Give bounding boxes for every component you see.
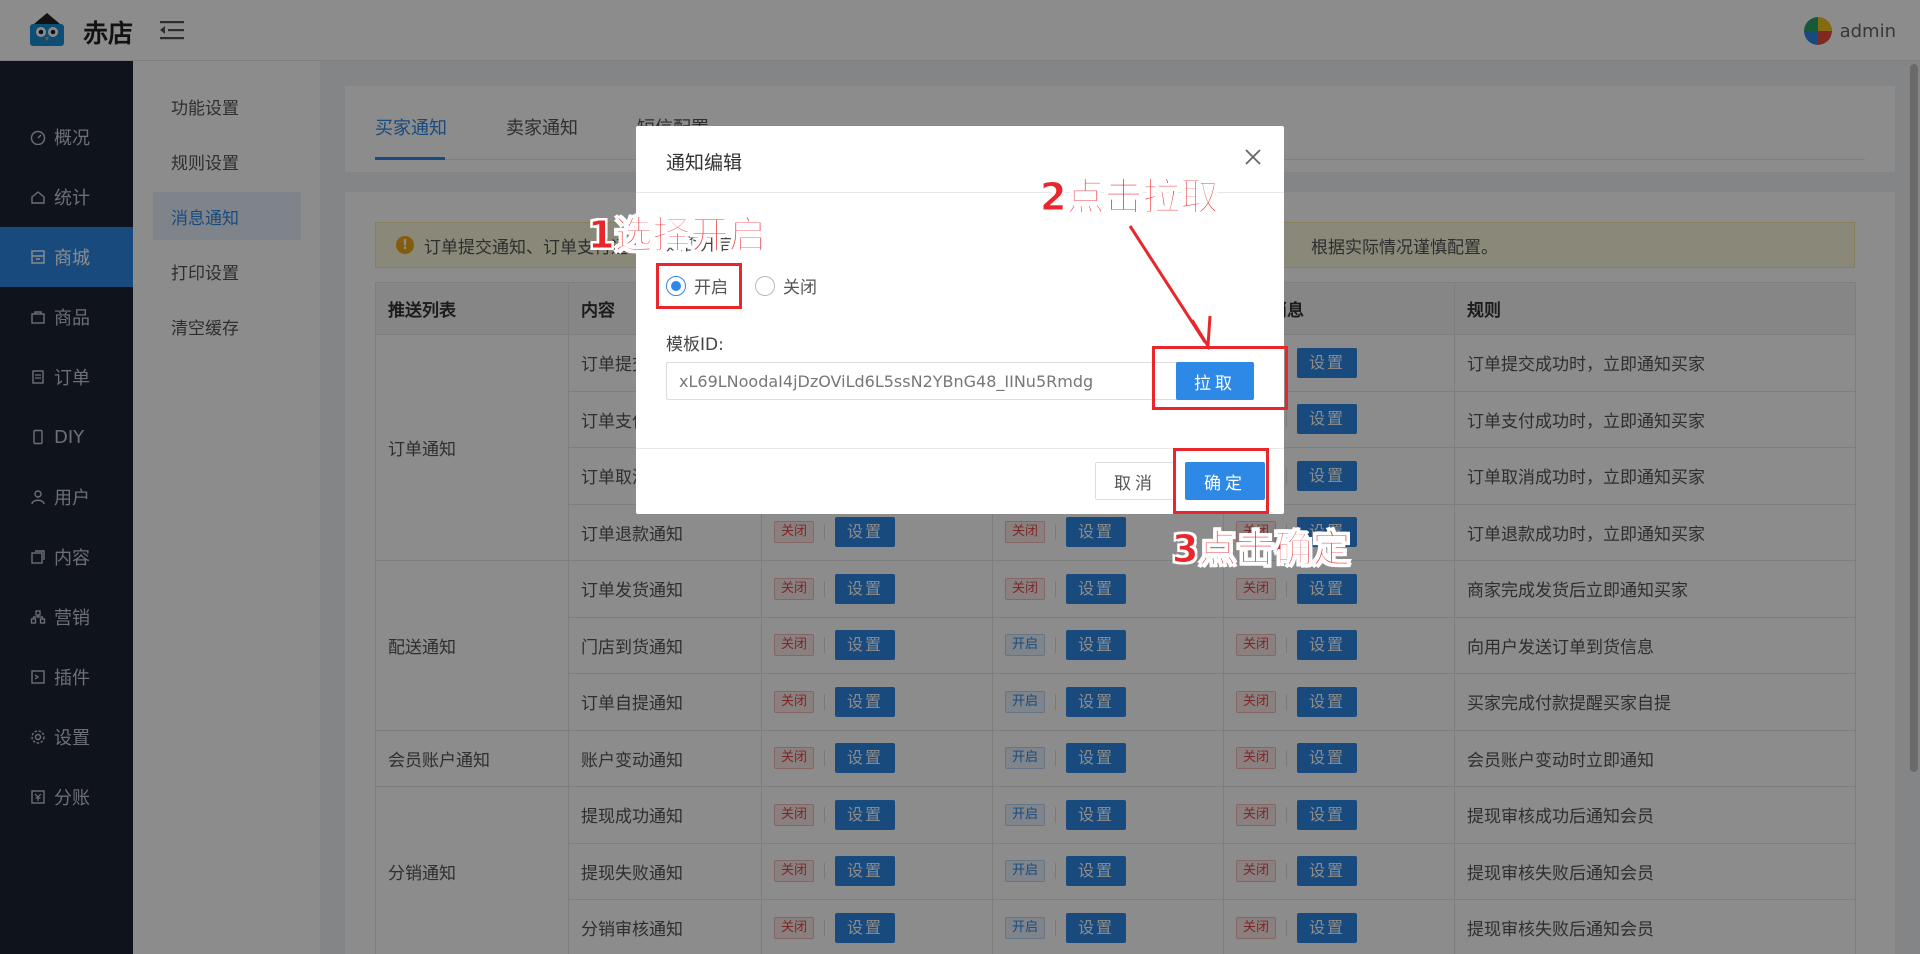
annotation-step-3: 3点击确定 [1171, 527, 1351, 572]
radio-unchecked-icon [755, 275, 775, 296]
arrow-icon [1128, 225, 1212, 350]
cancel-button[interactable]: 取消 [1095, 462, 1175, 500]
template-id-input[interactable] [666, 362, 1186, 400]
annotation-step-1: 1选择开启 [587, 213, 767, 258]
radio-disable[interactable]: 关闭 [755, 273, 817, 298]
dialog-title: 通知编辑 [666, 152, 743, 174]
radio-disable-label: 关闭 [783, 278, 817, 298]
highlight-enable-radio [656, 263, 742, 309]
template-id-label: 模板ID: [666, 335, 724, 355]
annotation-step-2: 2点击拉取 [1039, 175, 1219, 220]
highlight-pull-button [1152, 346, 1288, 410]
highlight-confirm-button [1173, 448, 1269, 514]
close-icon[interactable] [1244, 148, 1262, 166]
